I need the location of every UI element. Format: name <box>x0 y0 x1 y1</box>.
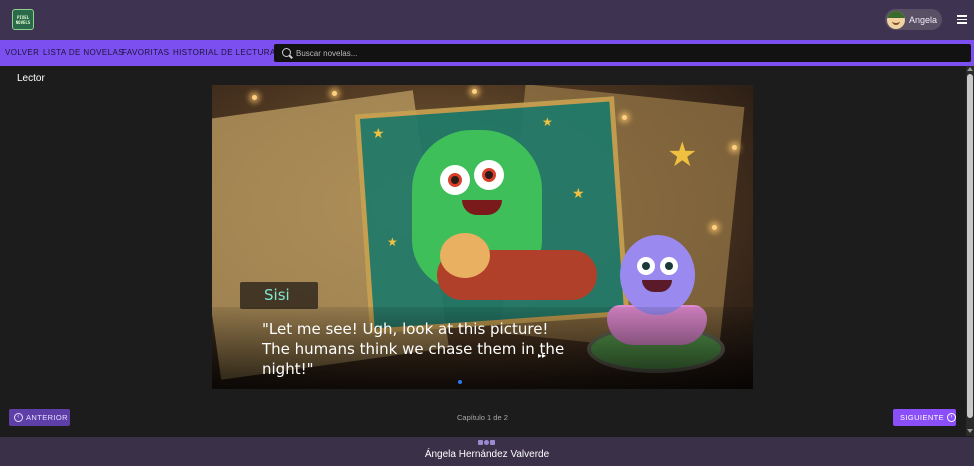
chapter-info: Capítulo 1 de 2 <box>457 413 508 422</box>
speaker-box: Sisi <box>240 282 318 309</box>
search-input[interactable] <box>296 46 956 60</box>
scroll-down-arrow-icon[interactable] <box>967 429 973 433</box>
linkedin-icon[interactable] <box>478 440 483 445</box>
next-button[interactable]: SIGUIENTE › <box>893 409 956 426</box>
social-links <box>478 440 495 445</box>
footer-author-name: Ángela Hernández Valverde <box>424 449 550 460</box>
footer: Ángela Hernández Valverde <box>0 437 974 466</box>
page-indicator-dot <box>458 380 462 384</box>
page-title: Lector <box>17 73 45 84</box>
user-name: Angela <box>909 14 938 25</box>
dialogue-text: "Let me see! Ugh, look at this picture! … <box>262 320 565 378</box>
nav-item-lista-de-novelas[interactable]: LISTA DE NOVELAS <box>43 48 124 57</box>
next-button-label: SIGUIENTE <box>900 413 945 422</box>
arrow-right-circle-icon: › <box>947 413 956 422</box>
scroll-up-arrow-icon[interactable] <box>967 67 973 71</box>
hamburger-menu-icon[interactable] <box>957 15 967 24</box>
reader-scene[interactable]: ★ ★ ★ ★ ★ Sisi "Let me see! Ugh, look at… <box>212 85 753 389</box>
github-icon[interactable] <box>484 440 489 445</box>
speaker-name: Sisi <box>264 286 290 304</box>
nav-item-volver[interactable]: VOLVER <box>5 48 39 57</box>
app-logo[interactable]: PIXEL NOVELS <box>12 9 34 30</box>
previous-button-label: ANTERIOR <box>26 413 68 422</box>
scrollbar-thumb[interactable] <box>967 74 973 418</box>
previous-button[interactable]: ‹ ANTERIOR <box>9 409 70 426</box>
search-icon <box>282 48 291 57</box>
logo-text-line2: NOVELS <box>15 19 31 25</box>
continue-indicator-icon[interactable]: ▸▸ <box>538 351 546 360</box>
search-bar <box>274 44 971 62</box>
nav-item-favoritas[interactable]: FAVORITAS <box>122 48 169 57</box>
user-menu-button[interactable]: Angela <box>885 9 942 30</box>
arrow-left-circle-icon: ‹ <box>14 413 23 422</box>
mail-icon[interactable] <box>490 440 495 445</box>
avatar <box>887 10 905 29</box>
nav-item-historial[interactable]: HISTORIAL DE LECTURAS <box>173 48 281 57</box>
scrollbar[interactable] <box>966 66 974 436</box>
top-bar: PIXEL NOVELS Angela <box>0 0 974 40</box>
